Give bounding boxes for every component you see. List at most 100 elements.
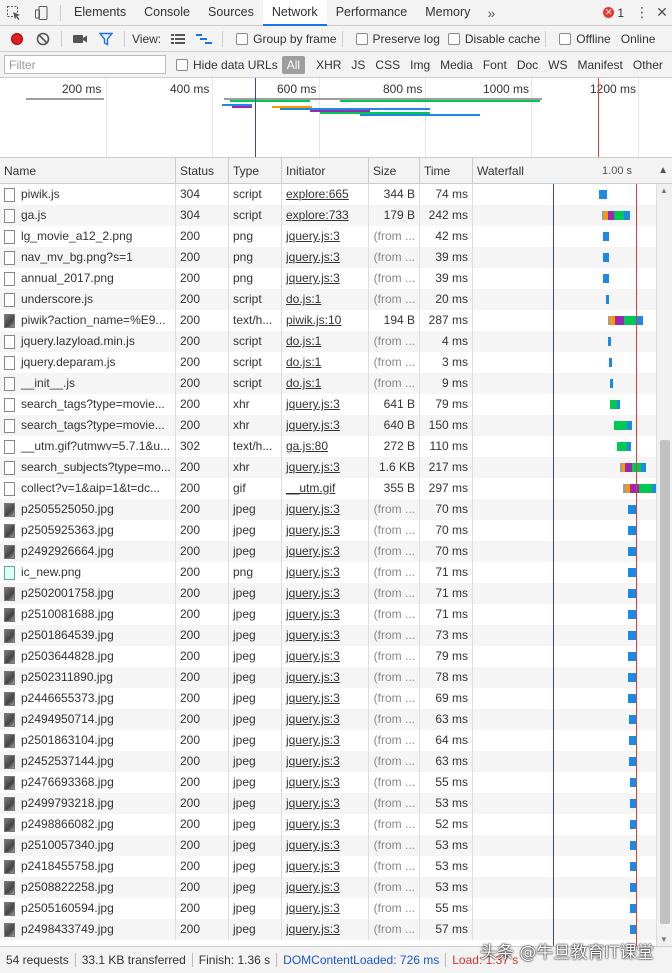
column-waterfall-header[interactable]: Waterfall 1.00 s ▲ (473, 158, 672, 184)
request-initiator-link[interactable]: jquery.js:3 (286, 859, 340, 873)
request-initiator-link[interactable]: jquery.js:3 (286, 796, 340, 810)
request-waterfall[interactable] (473, 583, 656, 604)
table-row[interactable]: p2503644828.jpg 200 jpeg jquery.js:3 (from .… (0, 646, 656, 667)
table-row[interactable]: __utm.gif?utmwv=5.7.1&u... 302 text/h... ga… (0, 436, 656, 457)
table-row[interactable]: p2494950714.jpg 200 jpeg jquery.js:3 (from .… (0, 709, 656, 730)
filter-type-media[interactable]: Media (435, 56, 478, 74)
request-waterfall[interactable] (473, 856, 656, 877)
filter-type-other[interactable]: Other (628, 56, 668, 74)
request-initiator-link[interactable]: jquery.js:3 (286, 397, 340, 411)
request-initiator-link[interactable]: jquery.js:3 (286, 271, 340, 285)
request-waterfall[interactable] (473, 835, 656, 856)
table-row[interactable]: p2508822258.jpg 200 jpeg jquery.js:3 (from .… (0, 877, 656, 898)
request-name-cell[interactable]: __utm.gif?utmwv=5.7.1&u... (0, 436, 176, 457)
column-time-header[interactable]: Time (420, 158, 473, 184)
kebab-menu-icon[interactable]: ⋮ (632, 4, 652, 21)
request-initiator-link[interactable]: do.js:1 (286, 334, 321, 348)
request-name-cell[interactable]: search_subjects?type=mo... (0, 457, 176, 478)
request-initiator-link[interactable]: jquery.js:3 (286, 880, 340, 894)
request-waterfall[interactable] (473, 877, 656, 898)
table-row[interactable]: p2505525050.jpg 200 jpeg jquery.js:3 (from .… (0, 499, 656, 520)
disable-cache-checkbox[interactable]: Disable cache (447, 32, 540, 46)
request-initiator-link[interactable]: jquery.js:3 (286, 733, 340, 747)
scroll-up-arrow[interactable]: ▲ (660, 186, 668, 195)
request-name-cell[interactable]: lg_movie_a12_2.png (0, 226, 176, 247)
request-initiator-link[interactable]: jquery.js:3 (286, 817, 340, 831)
request-waterfall[interactable] (473, 604, 656, 625)
table-row[interactable]: ga.js 304 script explore:733 179 B 242 ms (0, 205, 656, 226)
request-name-cell[interactable]: jquery.deparam.js (0, 352, 176, 373)
clear-button[interactable] (30, 26, 56, 52)
column-size-header[interactable]: Size (369, 158, 420, 184)
request-name-cell[interactable]: nav_mv_bg.png?s=1 (0, 247, 176, 268)
table-row[interactable]: p2492926664.jpg 200 jpeg jquery.js:3 (from .… (0, 541, 656, 562)
tab-sources[interactable]: Sources (199, 0, 263, 26)
request-name-cell[interactable]: search_tags?type=movie... (0, 415, 176, 436)
table-row[interactable]: collect?v=1&aip=1&t=dc... 200 gif __utm.gif… (0, 478, 656, 499)
request-name-cell[interactable]: collect?v=1&aip=1&t=dc... (0, 478, 176, 499)
tab-network[interactable]: Network (262, 0, 327, 26)
request-waterfall[interactable] (473, 352, 656, 373)
request-initiator-link[interactable]: do.js:1 (286, 292, 321, 306)
request-name-cell[interactable]: p2501864539.jpg (0, 625, 176, 646)
request-initiator-link[interactable]: jquery.js:3 (286, 418, 340, 432)
table-row[interactable]: p2502311890.jpg 200 jpeg jquery.js:3 (from .… (0, 667, 656, 688)
request-waterfall[interactable] (473, 562, 656, 583)
table-row[interactable]: p2476693368.jpg 200 jpeg jquery.js:3 (from .… (0, 772, 656, 793)
table-row[interactable]: underscore.js 200 script do.js:1 (from ... 20… (0, 289, 656, 310)
request-waterfall[interactable] (473, 646, 656, 667)
request-name-cell[interactable]: search_tags?type=movie... (0, 394, 176, 415)
request-name-cell[interactable]: p2505525050.jpg (0, 499, 176, 520)
filter-type-ws[interactable]: WS (543, 56, 572, 74)
request-waterfall[interactable] (473, 394, 656, 415)
request-name-cell[interactable]: p2492926664.jpg (0, 541, 176, 562)
preserve-log-checkbox[interactable]: Preserve log (355, 32, 440, 46)
table-row[interactable]: p2452537144.jpg 200 jpeg jquery.js:3 (from .… (0, 751, 656, 772)
request-initiator-link[interactable]: jquery.js:3 (286, 901, 340, 915)
table-row[interactable]: jquery.deparam.js 200 script do.js:1 (from .… (0, 352, 656, 373)
request-waterfall[interactable] (473, 373, 656, 394)
filter-type-xhr[interactable]: XHR (311, 56, 346, 74)
table-row[interactable]: p2418455758.jpg 200 jpeg jquery.js:3 (from .… (0, 856, 656, 877)
vertical-scrollbar[interactable]: ▲ ▼ (656, 184, 672, 946)
more-tabs-button[interactable]: » (479, 5, 503, 21)
request-initiator-link[interactable]: jquery.js:3 (286, 502, 340, 516)
device-toolbar-icon[interactable] (28, 0, 56, 26)
filter-input[interactable] (4, 55, 166, 74)
request-initiator-link[interactable]: jquery.js:3 (286, 607, 340, 621)
request-waterfall[interactable] (473, 730, 656, 751)
request-initiator-link[interactable]: ga.js:80 (286, 439, 328, 453)
requests-table-body[interactable]: piwik.js 304 script explore:665 344 B 74 ms ga… (0, 184, 656, 946)
request-initiator-link[interactable]: do.js:1 (286, 376, 321, 390)
tab-console[interactable]: Console (135, 0, 199, 26)
request-waterfall[interactable] (473, 751, 656, 772)
request-name-cell[interactable]: p2499793218.jpg (0, 793, 176, 814)
request-name-cell[interactable]: ic_new.png (0, 562, 176, 583)
tab-memory[interactable]: Memory (416, 0, 479, 26)
filter-type-all[interactable]: All (281, 55, 306, 74)
request-initiator-link[interactable]: jquery.js:3 (286, 565, 340, 579)
request-initiator-link[interactable]: jquery.js:3 (286, 691, 340, 705)
filter-type-manifest[interactable]: Manifest (573, 56, 628, 74)
request-initiator-link[interactable]: jquery.js:3 (286, 712, 340, 726)
table-row[interactable]: jquery.lazyload.min.js 200 script do.js:1 (f… (0, 331, 656, 352)
table-row[interactable]: annual_2017.png 200 png jquery.js:3 (from ..… (0, 268, 656, 289)
filter-type-doc[interactable]: Doc (512, 56, 543, 74)
request-initiator-link[interactable]: jquery.js:3 (286, 922, 340, 936)
filter-type-css[interactable]: CSS (370, 56, 405, 74)
request-initiator-link[interactable]: __utm.gif (286, 481, 335, 495)
filter-type-img[interactable]: Img (405, 56, 435, 74)
request-waterfall[interactable] (473, 184, 656, 205)
request-waterfall[interactable] (473, 436, 656, 457)
request-name-cell[interactable]: p2502311890.jpg (0, 667, 176, 688)
throttling-select[interactable]: Online (621, 32, 656, 46)
request-initiator-link[interactable]: jquery.js:3 (286, 628, 340, 642)
table-row[interactable]: p2501864539.jpg 200 jpeg jquery.js:3 (from .… (0, 625, 656, 646)
scrollbar-thumb[interactable] (660, 440, 670, 924)
table-row[interactable]: nav_mv_bg.png?s=1 200 png jquery.js:3 (from … (0, 247, 656, 268)
request-name-cell[interactable]: p2510057340.jpg (0, 835, 176, 856)
column-initiator-header[interactable]: Initiator (282, 158, 369, 184)
request-name-cell[interactable]: p2498866082.jpg (0, 814, 176, 835)
request-name-cell[interactable]: p2498433749.jpg (0, 919, 176, 940)
request-name-cell[interactable]: ga.js (0, 205, 176, 226)
